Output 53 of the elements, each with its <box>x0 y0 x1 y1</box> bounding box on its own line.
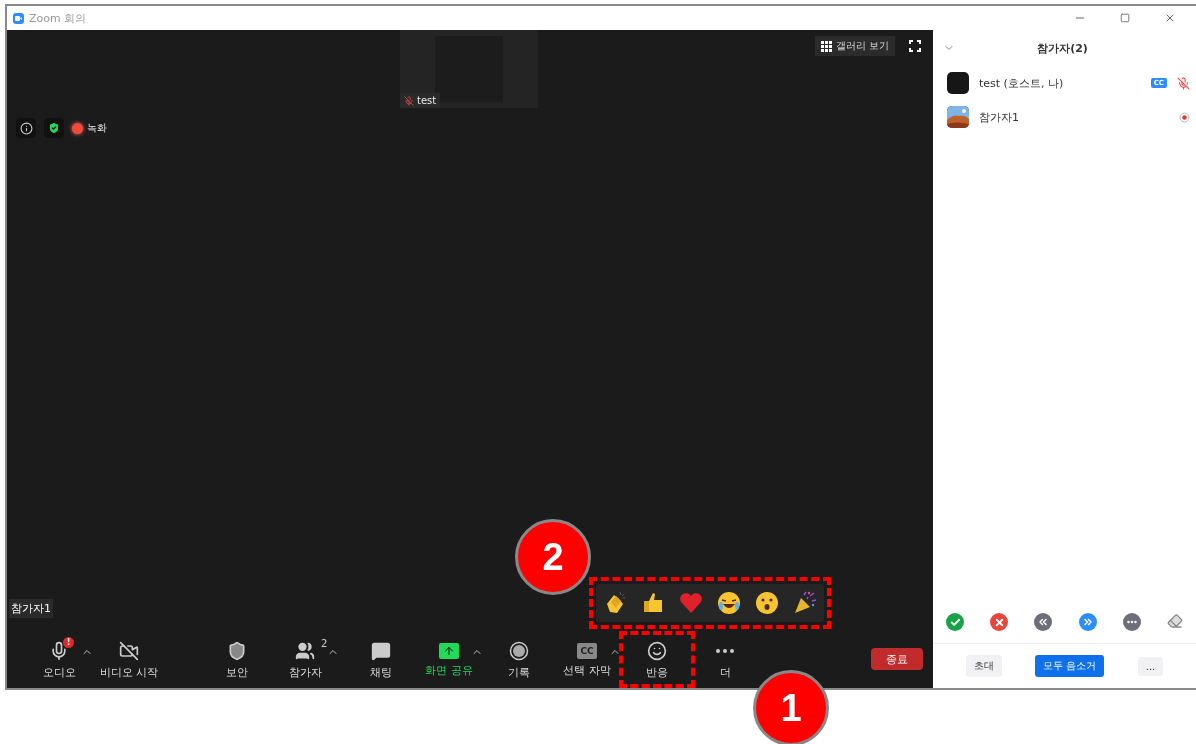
alert-badge: ! <box>63 636 74 648</box>
participant-row[interactable]: 참가자1 <box>933 100 1196 134</box>
captions-icon: CC <box>577 642 597 659</box>
panel-button[interactable]: 초대 <box>965 655 1002 677</box>
panel-button[interactable]: ... <box>1137 656 1164 676</box>
recording-icon <box>1179 111 1190 123</box>
record-button[interactable]: 기록 <box>485 634 553 684</box>
mute-all-button[interactable]: 모두 음소거 <box>1035 655 1105 677</box>
security-button[interactable]: 보안 <box>203 634 271 684</box>
eraser-icon[interactable] <box>1166 613 1183 629</box>
party-popper-icon[interactable] <box>792 590 818 616</box>
avatar <box>947 72 969 94</box>
laugh-emoji-icon[interactable] <box>716 590 742 616</box>
recording-icon <box>72 122 83 134</box>
participants-button[interactable]: 2 참가자 <box>271 634 339 684</box>
check-icon[interactable] <box>946 613 965 631</box>
more-icon[interactable] <box>1122 613 1141 631</box>
step-number: 1 <box>753 670 829 744</box>
go-faster-icon[interactable] <box>1078 613 1097 631</box>
captions-button[interactable]: CC 선택 자막 <box>553 636 621 682</box>
panel-title: 참가자(2) <box>1036 40 1089 56</box>
share-button[interactable]: 화면 공유 <box>415 636 483 682</box>
speaker-name: 참가자1 <box>9 599 53 618</box>
microphone-icon <box>49 640 69 661</box>
reactions-button[interactable]: 반응 <box>623 634 691 684</box>
more-dots-icon <box>716 648 734 653</box>
end-meeting-button[interactable]: 종료 <box>871 648 923 670</box>
window-title: Zoom 회의 <box>29 10 88 26</box>
chat-bubble-icon <box>371 640 391 661</box>
video-button[interactable]: 비디오 시작 <box>95 634 163 684</box>
people-icon <box>295 640 315 661</box>
share-screen-icon <box>439 642 459 659</box>
chat-button[interactable]: 채팅 <box>347 634 415 684</box>
fullscreen-icon[interactable] <box>909 40 921 52</box>
gallery-view-button[interactable]: 갤러리 보기 <box>814 36 895 56</box>
audio-button[interactable]: ! 오디오 <box>25 634 93 684</box>
cross-icon[interactable] <box>990 613 1009 631</box>
go-slower-icon[interactable] <box>1034 613 1053 631</box>
wow-emoji-icon[interactable] <box>754 590 780 616</box>
thumbnail-name: test <box>400 93 441 108</box>
smiley-add-icon <box>647 640 667 661</box>
participant-count: 2 <box>321 637 328 649</box>
participant-name: 참가자1 <box>979 109 1020 125</box>
record-icon <box>509 640 529 661</box>
shield-icon <box>227 640 247 661</box>
app-logo-icon <box>13 12 24 24</box>
video-off-icon <box>119 640 139 661</box>
grid-icon <box>820 40 832 52</box>
info-icon[interactable] <box>16 118 36 138</box>
shield-check-icon[interactable] <box>44 118 64 138</box>
recording-label: 녹화 <box>87 121 107 135</box>
participant-name: test (호스트, 나) <box>979 75 1065 91</box>
muted-mic-icon <box>1177 76 1190 90</box>
